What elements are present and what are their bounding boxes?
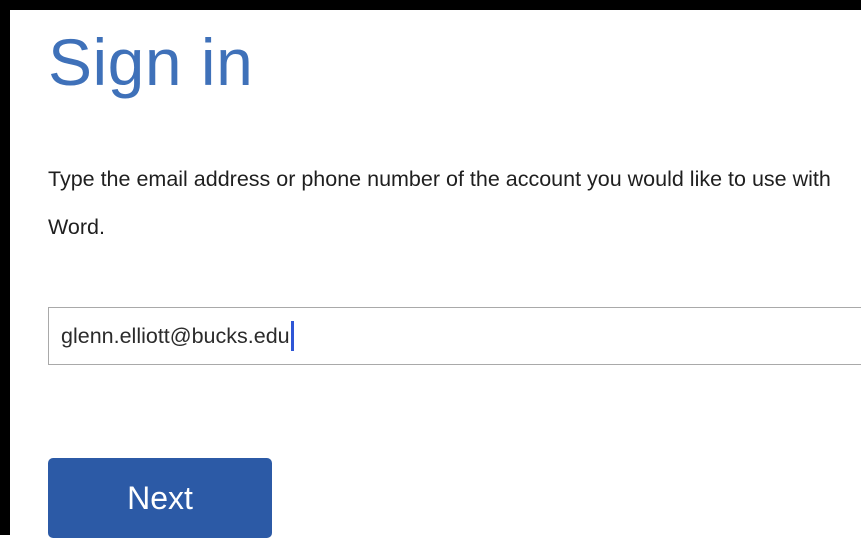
email-field[interactable]: glenn.elliott@bucks.edu	[48, 307, 861, 365]
text-caret	[290, 321, 294, 351]
signin-description: Type the email address or phone number o…	[48, 167, 831, 239]
next-button[interactable]: Next	[48, 458, 272, 538]
signin-window: Sign in Type the email address or phone …	[0, 0, 861, 538]
email-field-value: glenn.elliott@bucks.edu	[61, 323, 290, 348]
page-title: Sign in	[48, 25, 254, 99]
